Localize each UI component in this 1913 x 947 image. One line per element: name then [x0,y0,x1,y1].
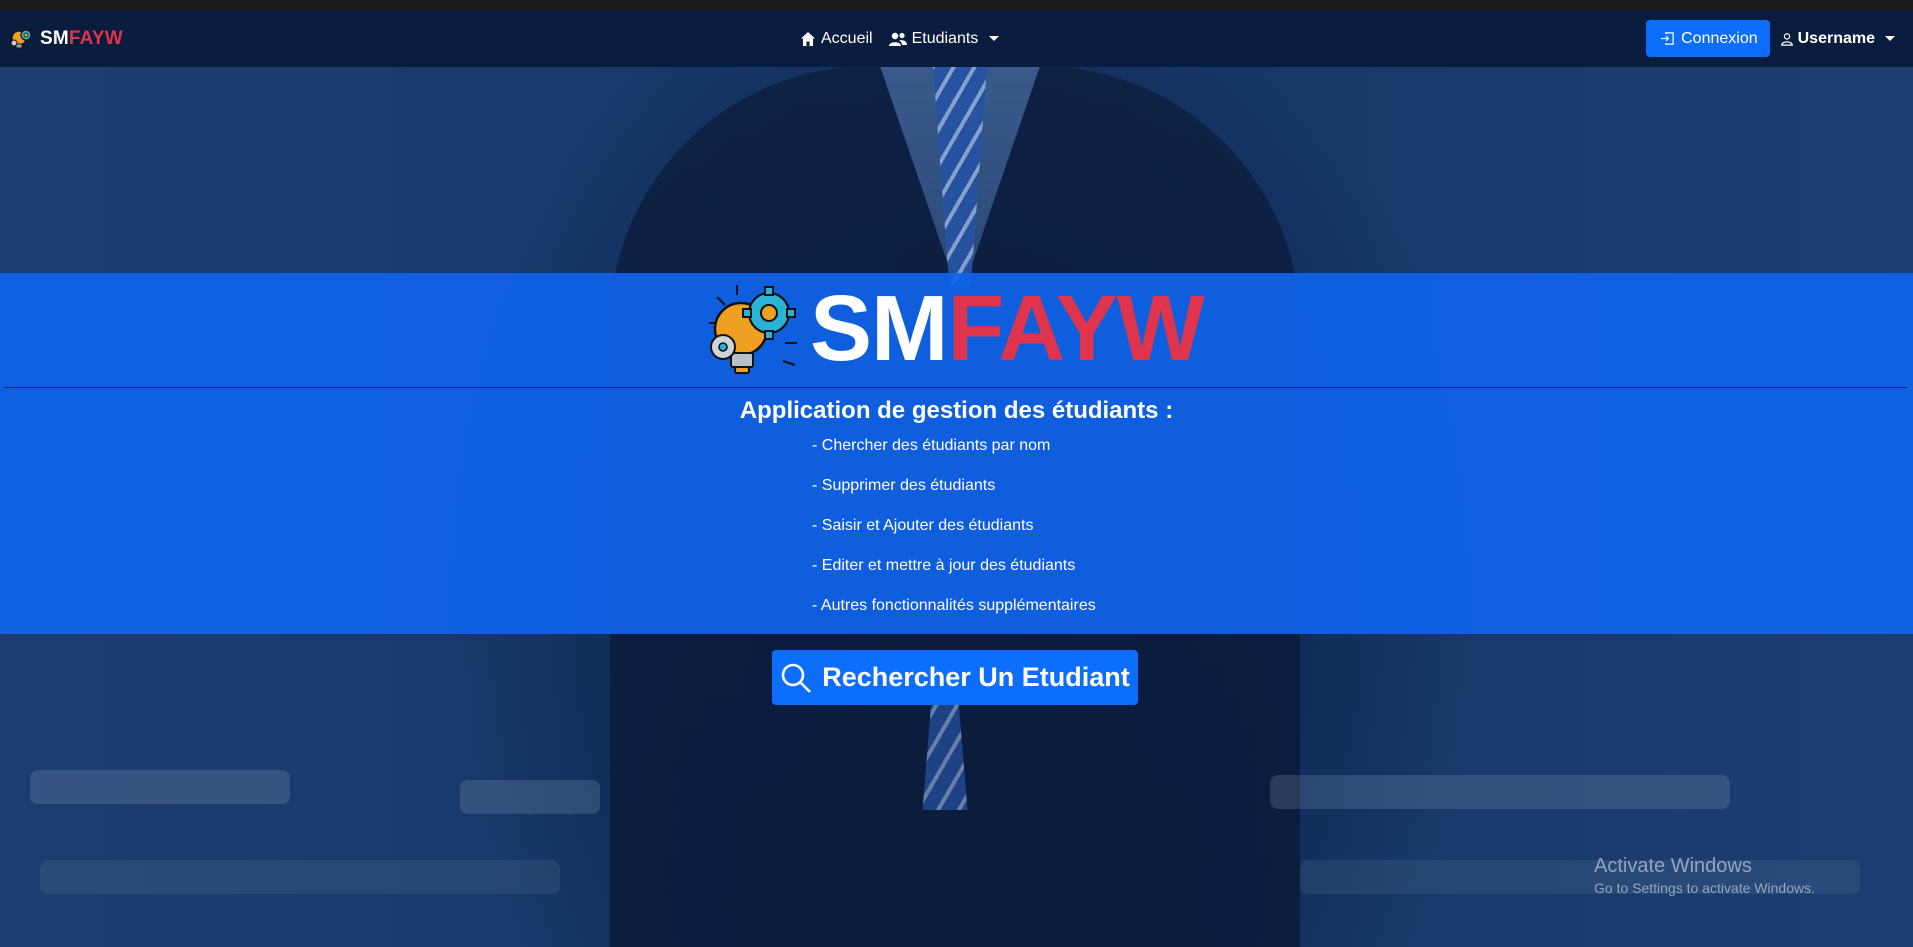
navbar: SMFAYW Accueil Etudiants Connexion Usern… [0,10,1913,67]
brand-link[interactable]: SMFAYW [8,10,123,67]
feature-list: - Chercher des étudiants par nom - Suppr… [812,436,1096,636]
browser-top-strip [0,0,1913,10]
list-item: - Editer et mettre à jour des étudiants [812,557,1076,574]
login-button[interactable]: Connexion [1646,20,1770,57]
nav-right: Connexion Username [1646,10,1913,67]
login-icon [1661,32,1674,45]
chevron-down-icon [989,36,1000,41]
list-item: - Saisir et Ajouter des étudiants [812,517,1034,534]
search-student-button[interactable]: Rechercher Un Etudiant [772,650,1138,705]
list-item: - Supprimer des étudiants [812,477,996,494]
login-label: Connexion [1681,29,1758,47]
lightbulb-gear-logo-icon [10,28,32,48]
hero-title: SMFAYW [810,276,1205,380]
users-icon [888,32,907,46]
username-label: Username [1797,29,1875,47]
main-nav: Accueil Etudiants [800,10,1000,67]
nav-students-dropdown[interactable]: Etudiants [888,29,1000,48]
divider [4,387,1907,388]
list-item: - Autres fonctionnalités supplémentaires [812,597,1096,614]
lightbulb-gear-logo-icon [709,285,797,374]
hero-banner: SMFAYW Application de gestion des étudia… [0,273,1913,634]
brand-name: SMFAYW [40,27,123,49]
search-button-label: Rechercher Un Etudiant [822,662,1130,692]
nav-home-label: Accueil [821,29,873,47]
list-item: - Chercher des étudiants par nom [812,437,1051,454]
home-icon [801,31,815,46]
nav-home-link[interactable]: Accueil [800,30,873,48]
user-dropdown[interactable]: Username [1780,30,1895,48]
hero-subtitle: Application de gestion des étudiants : [739,397,1174,424]
nav-students-label: Etudiants [911,29,979,47]
windows-activation-watermark: Activate Windows Go to Settings to activ… [1594,855,1815,896]
chevron-down-icon [1885,36,1895,41]
search-icon [781,663,812,693]
user-icon [1780,32,1793,46]
